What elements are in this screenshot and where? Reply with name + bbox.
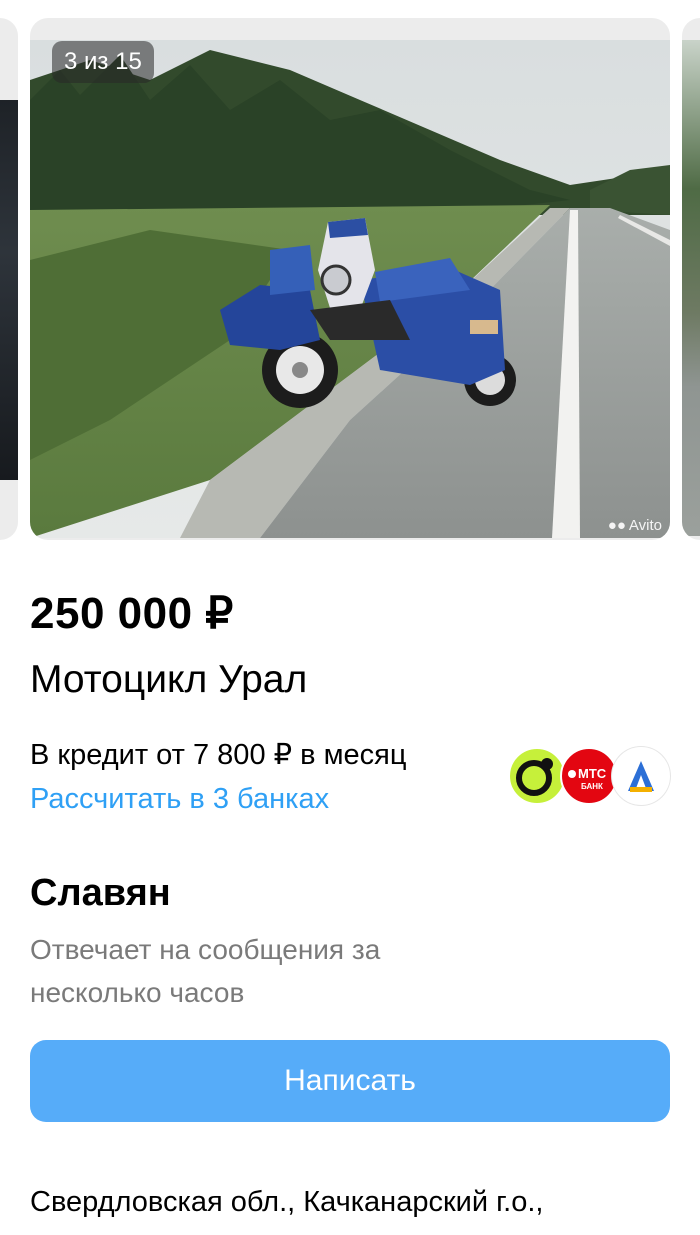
listing-title: Мотоцикл Урал bbox=[30, 658, 308, 701]
mts-label-top: МТС bbox=[578, 766, 607, 781]
calculate-credit-link[interactable]: Рассчитать в 3 банках bbox=[30, 783, 329, 816]
write-message-button[interactable]: Написать bbox=[30, 1040, 670, 1122]
credit-offer-text: В кредит от 7 800 ₽ в месяц bbox=[30, 739, 407, 771]
seller-name[interactable]: Славян bbox=[30, 872, 171, 915]
listing-location: Свердловская обл., Качканарский г.о., bbox=[30, 1186, 544, 1218]
watermark-text: Avito bbox=[628, 517, 662, 534]
alfa-bank-logo-icon bbox=[612, 747, 670, 805]
avito-watermark: ●● Avito bbox=[608, 517, 662, 534]
listing-price: 250 000 ₽ bbox=[30, 589, 234, 638]
seller-reply-time: Отвечает на сообщения за несколько часов bbox=[30, 934, 381, 1008]
listing-page: ●● Avito 3 из 15 250 000 ₽ Мотоцикл Урал… bbox=[0, 0, 700, 1235]
current-photo[interactable]: ●● Avito bbox=[30, 18, 670, 540]
photo-counter-badge: 3 из 15 bbox=[52, 41, 154, 83]
mts-label-bottom: БАНК bbox=[581, 782, 603, 791]
next-photo-preview[interactable] bbox=[682, 18, 700, 540]
photo-gallery[interactable]: ●● Avito 3 из 15 bbox=[0, 0, 700, 560]
bank-lime-logo-icon bbox=[508, 747, 566, 805]
avito-logo-icon: ●● bbox=[607, 517, 626, 534]
mts-bank-logo-icon: МТС БАНК bbox=[560, 747, 618, 805]
motorcycle-photo bbox=[30, 40, 670, 538]
previous-photo-preview[interactable] bbox=[0, 18, 18, 540]
bank-logos[interactable]: МТС БАНК bbox=[508, 747, 672, 807]
